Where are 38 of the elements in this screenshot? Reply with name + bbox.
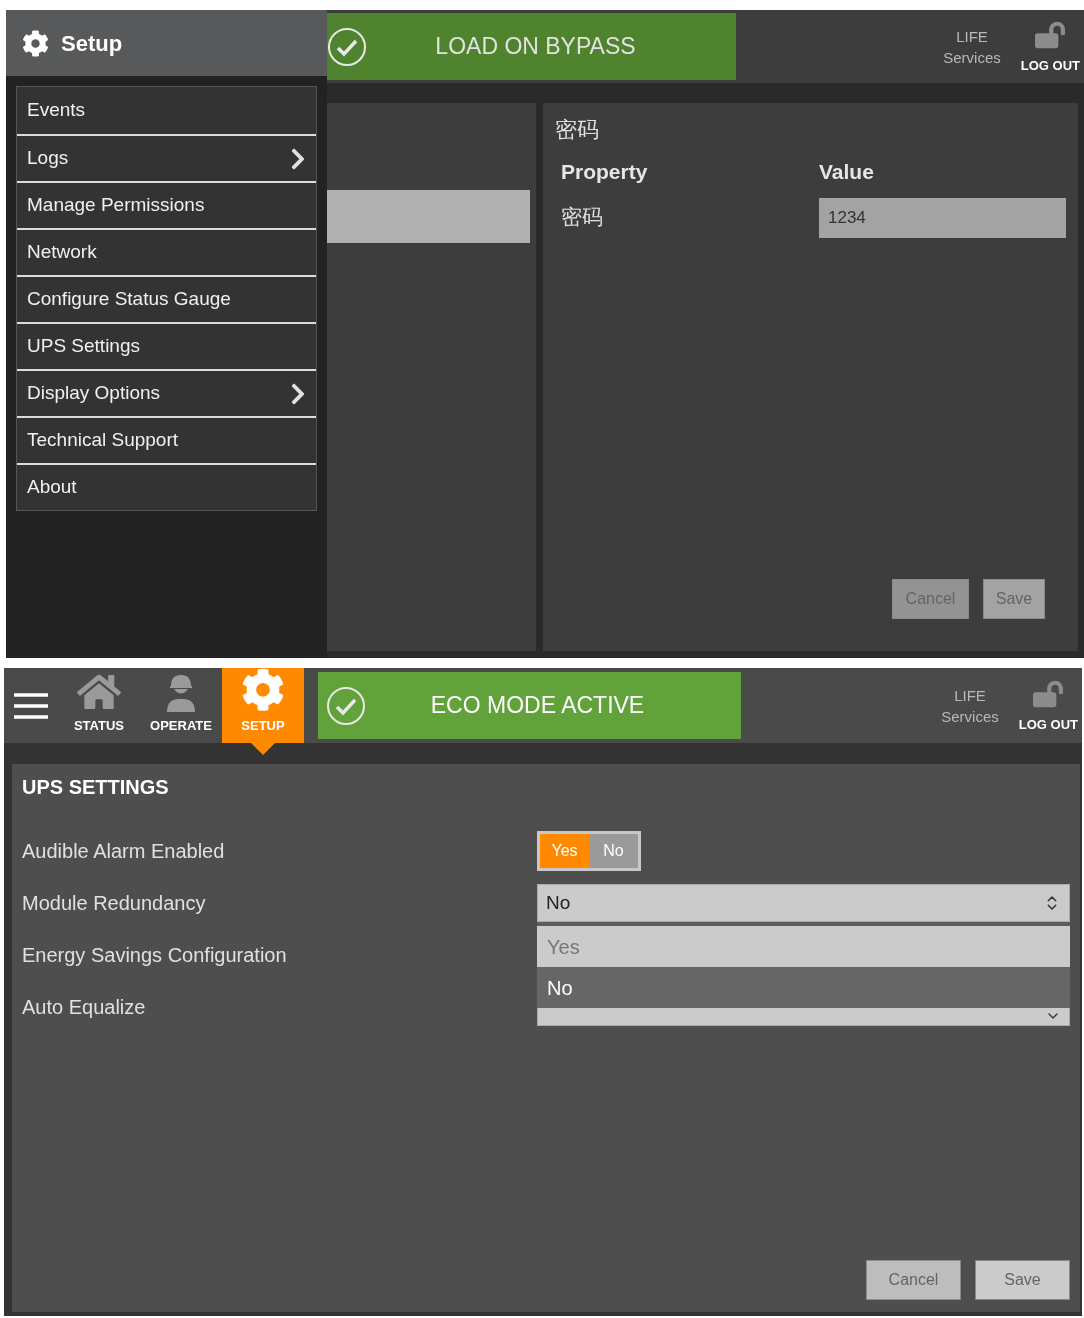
menu-item[interactable]: Display Options	[17, 369, 316, 416]
setting-label: Auto Equalize	[22, 995, 147, 1020]
check-circle-icon	[326, 685, 366, 726]
brand-text: LIFE	[956, 26, 988, 47]
menu-item[interactable]: Events	[17, 87, 316, 134]
column-header: Property	[561, 159, 649, 185]
value-field[interactable]: 1234	[819, 197, 1066, 238]
brand-text: LIFE	[954, 685, 986, 706]
menu-item[interactable]: Manage Permissions	[17, 181, 316, 228]
logout-button[interactable]: LOG OUT	[1018, 676, 1078, 735]
menu-item[interactable]: About	[17, 463, 316, 510]
sidebar-title: Setup	[61, 29, 123, 58]
gear-icon	[241, 668, 285, 712]
menu-item[interactable]: Technical Support	[17, 416, 316, 463]
menu-item[interactable]: Configure Status Gauge	[17, 275, 316, 322]
setting-label: Energy Savings Configuration	[22, 943, 288, 968]
menu-item[interactable]: Network	[17, 228, 316, 275]
menu-item[interactable]: UPS Settings	[17, 322, 316, 369]
gear-icon	[22, 29, 49, 57]
banner-text: ECO MODE ACTIVE	[429, 691, 646, 721]
brand-text: Services	[943, 47, 1001, 68]
check-circle-icon	[327, 26, 367, 67]
select-field[interactable]: No	[537, 884, 1070, 922]
chevron-icon	[290, 146, 306, 171]
brand-text: Services	[941, 706, 999, 727]
panel-title: 密码	[555, 116, 600, 144]
logout-button[interactable]: LOG OUT	[1020, 17, 1080, 76]
dropdown-option[interactable]: No	[537, 967, 1070, 1008]
setting-label: Module Redundancy	[22, 891, 207, 916]
nav-tab[interactable]: STATUS	[58, 668, 140, 743]
banner-text: LOAD ON BYPASS	[434, 32, 637, 62]
nav-tab[interactable]: OPERATE	[140, 668, 222, 743]
menu-item[interactable]: Logs	[17, 134, 316, 181]
section-title: UPS SETTINGS	[22, 775, 170, 800]
column-header: Value	[819, 159, 874, 185]
property-label: 密码	[561, 203, 604, 231]
chevron-icon	[290, 381, 306, 406]
setting-label: Audible Alarm Enabled	[22, 839, 226, 864]
